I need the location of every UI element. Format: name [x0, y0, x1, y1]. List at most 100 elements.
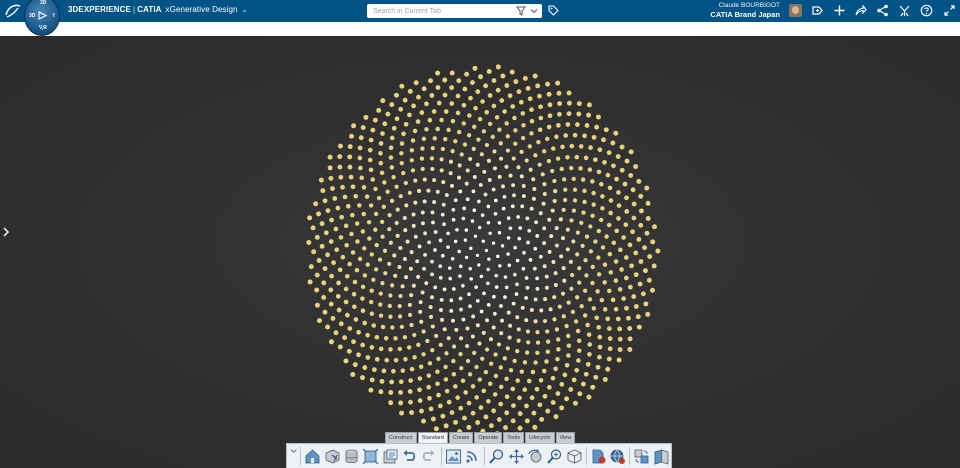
- sunflower-pattern[interactable]: [300, 58, 665, 443]
- user-info[interactable]: Claude BOURBIGOT CATIA Brand Japan: [710, 2, 780, 19]
- play-icon[interactable]: [38, 11, 47, 20]
- chevron-down-icon[interactable]: ⌄: [242, 6, 248, 14]
- tag-icon[interactable]: [548, 5, 559, 16]
- seed-point: [652, 224, 657, 230]
- clipboard-button[interactable]: [381, 446, 399, 466]
- seed-point: [537, 93, 542, 99]
- redo-button[interactable]: [420, 446, 438, 466]
- fit-all-button[interactable]: [362, 446, 380, 466]
- seed-point: [413, 178, 418, 183]
- chevron-down-icon[interactable]: [289, 445, 298, 467]
- save-button[interactable]: [323, 446, 341, 466]
- tab-create[interactable]: Create: [448, 432, 474, 443]
- seed-point: [338, 235, 344, 240]
- seed-point: [553, 189, 558, 194]
- seed-point: [432, 200, 437, 205]
- seed-point: [569, 143, 575, 149]
- seed-point: [513, 272, 517, 277]
- seed-point: [557, 101, 563, 107]
- zoom-button[interactable]: [488, 446, 506, 466]
- compass-label-left: 3D: [29, 13, 36, 19]
- search-box[interactable]: [367, 4, 542, 18]
- tab-operate[interactable]: Operate: [474, 432, 503, 443]
- sync-button[interactable]: [633, 446, 651, 466]
- feed-button[interactable]: [463, 446, 481, 466]
- tab-standard[interactable]: Standard: [417, 432, 448, 443]
- seed-point: [432, 178, 437, 183]
- expand-icon[interactable]: [943, 4, 956, 17]
- seed-point: [532, 266, 537, 271]
- plus-icon[interactable]: [833, 4, 846, 17]
- book-button[interactable]: [652, 446, 670, 466]
- seed-point: [635, 314, 641, 320]
- clipboard-icon: [383, 449, 398, 463]
- chevron-right-icon[interactable]: [2, 226, 10, 238]
- seed-point: [328, 339, 334, 345]
- 3d-viewport[interactable]: [0, 36, 960, 468]
- seed-point: [531, 196, 536, 201]
- seed-point: [597, 354, 602, 360]
- seed-point: [398, 245, 403, 250]
- seed-point: [565, 227, 570, 232]
- seed-point: [554, 243, 559, 248]
- seed-point: [596, 228, 602, 234]
- seed-point: [551, 146, 556, 151]
- image-view-button[interactable]: [444, 446, 462, 466]
- chevron-down-icon[interactable]: [530, 7, 538, 15]
- seed-point: [636, 178, 642, 184]
- tab-view[interactable]: View: [555, 432, 576, 443]
- box-view-button[interactable]: [565, 446, 583, 466]
- seed-point: [518, 99, 524, 105]
- seed-point: [566, 343, 572, 348]
- share-icon[interactable]: [854, 4, 867, 17]
- filter-icon[interactable]: [516, 6, 526, 16]
- seed-point: [588, 249, 594, 254]
- seed-point: [494, 115, 500, 120]
- pan-button[interactable]: [507, 446, 525, 466]
- settings-globe-button[interactable]: [609, 446, 627, 466]
- tab-tools[interactable]: Tools: [503, 432, 525, 443]
- database-button[interactable]: [342, 446, 360, 466]
- seed-point: [403, 357, 408, 362]
- app-title[interactable]: 3DEXPERIENCE | CATIA xGenerative Design ⌄: [68, 5, 248, 14]
- seed-point: [407, 312, 413, 318]
- seed-point: [606, 150, 612, 156]
- seed-point: [613, 278, 619, 283]
- help-icon[interactable]: [920, 4, 933, 17]
- tab-lifecycle[interactable]: Lifecycle: [525, 432, 555, 443]
- add-content-icon[interactable]: [811, 4, 824, 17]
- publish-button[interactable]: [589, 446, 607, 466]
- seed-point: [624, 195, 629, 201]
- compass-tool-icon[interactable]: [898, 4, 911, 17]
- seed-point: [633, 250, 639, 256]
- seed-point: [500, 73, 506, 79]
- seed-point: [307, 215, 313, 221]
- ds-logo-icon[interactable]: [4, 3, 22, 19]
- zoom-icon: [489, 448, 504, 464]
- seed-point: [357, 155, 363, 161]
- undo-button[interactable]: [400, 446, 418, 466]
- tab-construct[interactable]: Construct: [385, 432, 417, 443]
- seed-point: [368, 137, 374, 143]
- seed-point: [572, 400, 578, 406]
- seed-point: [351, 291, 357, 297]
- seed-point: [417, 398, 423, 404]
- seed-point: [460, 378, 466, 384]
- seed-point: [485, 318, 489, 323]
- network-icon[interactable]: [876, 4, 889, 17]
- rotate-button[interactable]: [526, 446, 544, 466]
- seed-point: [519, 174, 524, 179]
- seed-point: [443, 377, 449, 382]
- seed-point: [624, 158, 630, 164]
- seed-point: [510, 418, 516, 424]
- avatar[interactable]: [789, 4, 802, 17]
- home-button[interactable]: [304, 446, 322, 466]
- seed-point: [464, 71, 470, 77]
- seed-point: [435, 126, 440, 132]
- seed-point: [600, 245, 606, 250]
- zoom-area-button[interactable]: [546, 446, 564, 466]
- seed-point: [493, 212, 498, 216]
- search-input[interactable]: [371, 4, 501, 18]
- seed-point: [519, 369, 525, 374]
- seed-point: [538, 211, 543, 216]
